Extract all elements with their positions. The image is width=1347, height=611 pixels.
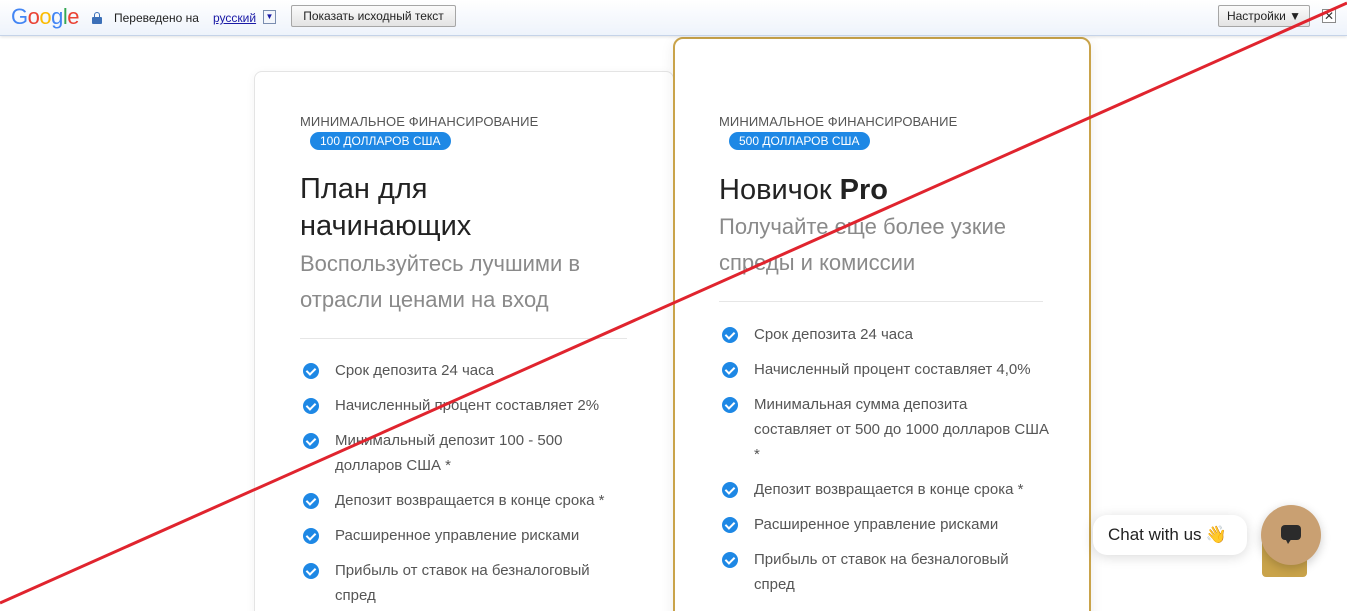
check-icon — [303, 398, 319, 414]
plan-card-beginner-pro: МИНИМАЛЬНОЕ ФИНАНСИРОВАНИЕ 500 ДОЛЛАРОВ … — [673, 37, 1091, 611]
check-icon — [722, 482, 738, 498]
translated-to-label: Переведено на — [114, 11, 199, 25]
feature-item: Прибыль от ставок на безналоговый спред — [300, 558, 630, 608]
feature-item: Расширенное управление рисками — [719, 512, 1049, 537]
feature-item: Начисленный процент составляет 4,0% — [719, 357, 1049, 382]
check-icon — [303, 528, 319, 544]
check-icon — [303, 363, 319, 379]
close-icon[interactable]: ✕ — [1322, 9, 1336, 23]
chat-icon — [1281, 525, 1301, 544]
feature-list: Срок депозита 24 часа Начисленный процен… — [300, 358, 630, 611]
show-original-button[interactable]: Показать исходный текст — [291, 5, 456, 27]
feature-item: Минимальная сумма депозита составляет от… — [719, 392, 1049, 467]
google-translate-bar: Google Переведено на русский ▼ Показать … — [0, 0, 1347, 36]
feature-item: Начисленный процент составляет 2% — [300, 393, 630, 418]
lock-icon — [92, 12, 102, 24]
funding-amount-badge: 100 ДОЛЛАРОВ США — [310, 132, 451, 150]
check-icon — [722, 517, 738, 533]
divider — [300, 338, 627, 339]
check-icon — [303, 563, 319, 579]
plan-title: Новичок Pro — [719, 174, 889, 206]
chat-with-us-bubble[interactable]: Chat with us 👋 — [1093, 515, 1247, 555]
plan-card-beginner: МИНИМАЛЬНОЕ ФИНАНСИРОВАНИЕ 100 ДОЛЛАРОВ … — [254, 71, 674, 611]
feature-item: Депозит возвращается в конце срока * — [300, 488, 630, 513]
plan-subtitle: Воспользуйтесь лучшими в отрасли ценами … — [300, 251, 581, 312]
check-icon — [722, 552, 738, 568]
funding-amount-badge: 500 ДОЛЛАРОВ США — [729, 132, 870, 150]
feature-item: Срок депозита 24 часа — [719, 322, 1049, 347]
feature-item: Депозит возвращается в конце срока * — [719, 477, 1049, 502]
feature-list: Срок депозита 24 часа Начисленный процен… — [719, 322, 1049, 607]
plan-subtitle: Получайте еще более узкие спреды и комис… — [719, 214, 1007, 275]
minimum-funding-label: МИНИМАЛЬНОЕ ФИНАНСИРОВАНИЕ — [300, 114, 539, 129]
language-link[interactable]: русский — [213, 11, 256, 25]
check-icon — [722, 327, 738, 343]
chat-open-button[interactable] — [1261, 505, 1321, 565]
feature-item: Прибыль от ставок на безналоговый спред — [719, 547, 1049, 597]
divider — [719, 301, 1043, 302]
plan-title: План для начинающих — [300, 173, 472, 242]
google-logo: Google — [11, 4, 80, 29]
waving-hand-icon: 👋 — [1205, 525, 1227, 544]
check-icon — [722, 397, 738, 413]
feature-item: Минимальный депозит 100 - 500 долларов С… — [300, 428, 630, 478]
settings-button[interactable]: Настройки ▼ — [1218, 5, 1310, 27]
feature-item: Расширенное управление рисками — [300, 523, 630, 548]
check-icon — [303, 493, 319, 509]
chat-label: Chat with us — [1108, 525, 1202, 544]
check-icon — [722, 362, 738, 378]
language-dropdown-arrow-icon[interactable]: ▼ — [263, 10, 276, 24]
check-icon — [303, 433, 319, 449]
feature-item: Срок депозита 24 часа — [300, 358, 630, 383]
minimum-funding-label: МИНИМАЛЬНОЕ ФИНАНСИРОВАНИЕ — [719, 114, 958, 129]
